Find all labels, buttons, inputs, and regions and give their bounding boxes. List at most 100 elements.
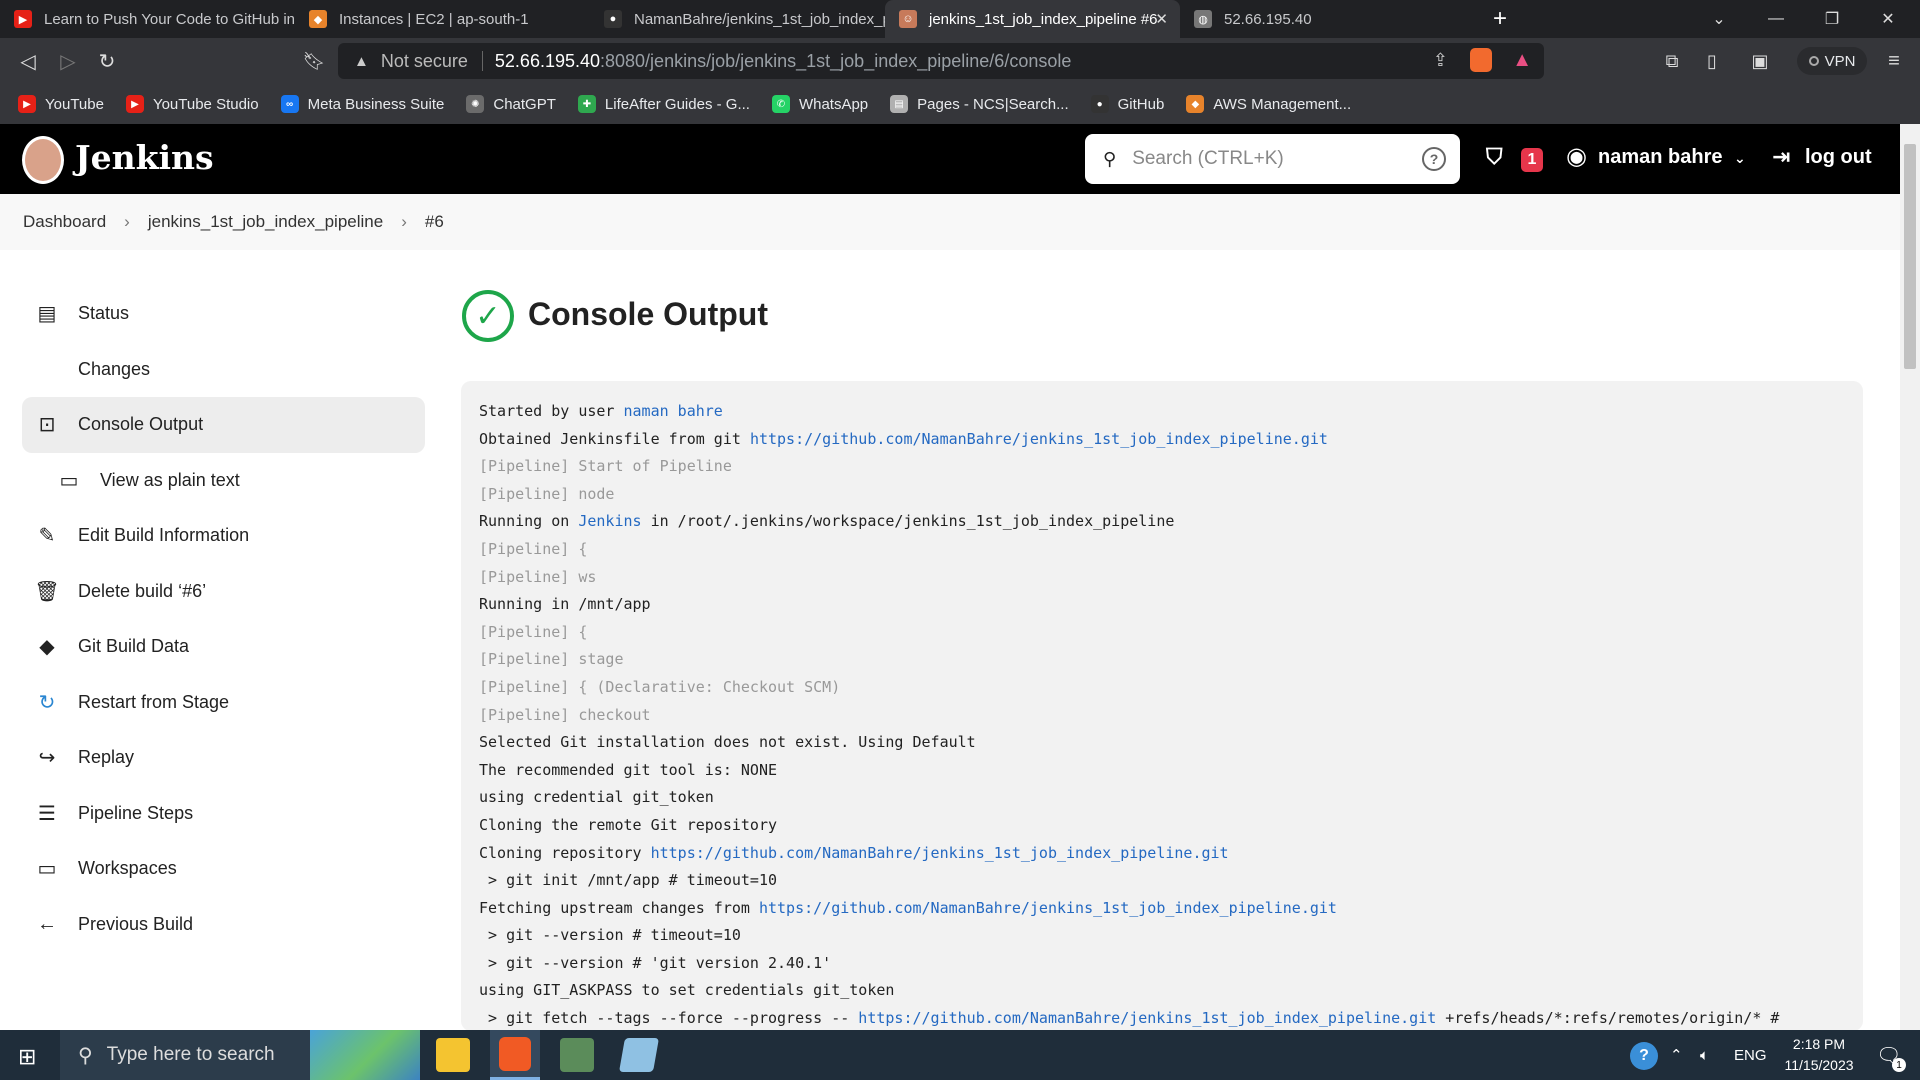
notepad-icon[interactable] [619, 1038, 659, 1072]
bookmark-item[interactable]: ▶ YouTube Studio [125, 95, 259, 113]
clock-time: 2:18 PM [1792, 1036, 1846, 1052]
volume-icon[interactable]: 🔈︎ [1700, 1030, 1709, 1080]
sidebar-item[interactable]: ↪ Replay [22, 730, 425, 786]
browser-tab[interactable]: ● NamanBahre/jenkins_1st_job_index_pi [590, 0, 885, 38]
alert-badge[interactable]: 1 [1521, 148, 1543, 172]
clock[interactable]: 2:18 PM 11/15/2023 [1774, 1034, 1864, 1076]
close-window-icon[interactable]: ✕ [1860, 0, 1916, 38]
scrollbar-thumb[interactable] [1904, 144, 1916, 369]
sidebar-item[interactable]: ↻ Restart from Stage [22, 675, 425, 731]
reload-icon[interactable]: ↻ [93, 47, 121, 75]
tray-chevron-icon[interactable]: ⌃ [1670, 1030, 1683, 1080]
close-tab-icon[interactable]: ✕ [1155, 10, 1168, 28]
bookmark-item[interactable]: ✚ LifeAfter Guides - G... [577, 95, 750, 113]
bookmark-label: GitHub [1117, 95, 1165, 113]
user-menu[interactable]: naman bahre ⌄ [1598, 146, 1746, 169]
sidebar-icon[interactable]: ▯ [1698, 47, 1726, 75]
bookmark-item[interactable]: ✺ ChatGPT [466, 95, 556, 113]
language-indicator[interactable]: ENG [1734, 1030, 1767, 1080]
sidebar-item[interactable]: 🗑︎ Delete build ‘#6’ [22, 564, 425, 620]
trash-icon: 🗑︎ [34, 580, 60, 603]
help-icon[interactable]: ? [1422, 147, 1446, 171]
browser-tab[interactable]: ◍ 52.66.195.40 [1180, 0, 1475, 38]
logout-link[interactable]: log out [1805, 146, 1872, 169]
sidebar-item-label: Edit Build Information [78, 525, 250, 546]
sidebar-item[interactable]: ⊡ Console Output [22, 397, 425, 453]
sidebar-item[interactable]: ◆ Git Build Data [22, 619, 425, 675]
bookmark-icon[interactable]: 🔖︎ [300, 47, 328, 75]
new-tab-button[interactable]: + [1475, 0, 1525, 38]
console-output: Started by user naman bahre Obtained Jenk… [461, 381, 1863, 1031]
sidebar-item[interactable]: ← Previous Build [22, 897, 425, 953]
breadcrumb-item[interactable]: Dashboard [23, 212, 106, 232]
vpn-button[interactable]: VPN [1797, 47, 1867, 75]
share-icon[interactable]: ⇪ [1433, 50, 1448, 71]
security-shield-icon[interactable]: ⛉ [1486, 144, 1503, 170]
bookmark-item[interactable]: ▤ Pages - NCS|Search... [890, 95, 1069, 113]
brave-shield-icon[interactable] [1470, 48, 1492, 72]
console-text: Fetching upstream changes from [479, 898, 759, 917]
terminal-app-icon[interactable] [560, 1038, 594, 1072]
bookmark-label: LifeAfter Guides - G... [604, 95, 750, 113]
bookmark-item[interactable]: ✆ WhatsApp [771, 95, 868, 113]
sidebar-item[interactable]: ☰ Pipeline Steps [22, 786, 425, 842]
browser-tab[interactable]: ◆ Instances | EC2 | ap-south-1 [295, 0, 590, 38]
jenkins-brand[interactable]: Jenkins [75, 138, 214, 177]
brave-icon [499, 1037, 531, 1071]
scrollbar[interactable] [1900, 124, 1920, 1030]
minimize-icon[interactable]: — [1748, 0, 1804, 38]
sidebar-item[interactable]: ✎ Edit Build Information [22, 508, 425, 564]
console-line: Obtained Jenkinsfile from git https://gi… [479, 426, 1863, 454]
chevron-down-icon: ⌄ [1734, 150, 1746, 166]
bookmark-item[interactable]: ▶ YouTube [18, 95, 104, 113]
restore-icon[interactable]: ❐ [1804, 0, 1860, 38]
logout-icon[interactable]: ⇥ [1772, 144, 1790, 170]
sidebar-item-label: View as plain text [100, 469, 240, 490]
console-link[interactable]: Jenkins [578, 512, 641, 530]
console-link[interactable]: https://github.com/NamanBahre/jenkins_1s… [750, 430, 1328, 448]
bookmark-item[interactable]: ∞ Meta Business Suite [280, 95, 444, 113]
jenkins-logo[interactable] [22, 136, 64, 184]
console-link[interactable]: https://github.com/NamanBahre/jenkins_1s… [759, 899, 1337, 917]
brave-rewards-icon[interactable]: ▲ [1512, 49, 1532, 72]
user-name: naman bahre [1598, 146, 1723, 168]
console-link[interactable]: https://github.com/NamanBahre/jenkins_1s… [858, 1009, 1436, 1027]
file-explorer-icon[interactable] [436, 1038, 470, 1072]
forward-icon[interactable]: ▷ [54, 47, 82, 75]
help-tray-icon[interactable]: ? [1630, 1042, 1658, 1070]
bookmark-item[interactable]: ● GitHub [1090, 95, 1165, 113]
console-line: Fetching upstream changes from https://g… [479, 895, 1863, 923]
sidebar-item[interactable]: Changes [22, 342, 425, 398]
sidebar-item-label: Previous Build [78, 913, 194, 934]
aws-icon: ◆ [1186, 95, 1205, 113]
sidebar-item[interactable]: ▭ View as plain text [22, 453, 425, 509]
sidebar-item[interactable]: ▤ Status [22, 286, 425, 342]
windows-start-icon[interactable]: ⊞ [18, 1044, 36, 1070]
notification-icon[interactable]: 🗨︎ [1876, 1030, 1901, 1080]
taskbar-search[interactable]: ⚲ Type here to search [60, 1030, 420, 1080]
browser-tab[interactable]: ☺ jenkins_1st_job_index_pipeline #6 ✕ [885, 0, 1180, 38]
console-link[interactable]: naman bahre [624, 402, 723, 420]
console-text: using credential git_token [479, 788, 714, 807]
search-box[interactable]: ⚲ Search (CTRL+K) ? [1085, 134, 1460, 184]
breadcrumb-item[interactable]: #6 [425, 212, 444, 232]
back-icon[interactable]: ◁ [14, 47, 42, 75]
console-text: [Pipeline] { [479, 622, 588, 641]
console-text: Cloning the remote Git repository [479, 815, 778, 834]
sidebar-item[interactable]: ▭ Workspaces [22, 841, 425, 897]
wallet-icon[interactable]: ▣ [1746, 47, 1774, 75]
brave-taskbar-button[interactable] [490, 1030, 540, 1080]
console-link[interactable]: https://github.com/NamanBahre/jenkins_1s… [651, 844, 1229, 862]
bookmark-item[interactable]: ◆ AWS Management... [1186, 95, 1351, 113]
plus-green-icon: ✚ [577, 95, 596, 113]
tab-search-icon[interactable]: ⌄ [1691, 0, 1747, 38]
console-text: Obtained Jenkinsfile from git [479, 429, 750, 448]
breadcrumb-item[interactable]: jenkins_1st_job_index_pipeline [148, 212, 383, 232]
console-text: [Pipeline] checkout [479, 705, 651, 724]
browser-tab[interactable]: ▶ Learn to Push Your Code to GitHub in [0, 0, 295, 38]
extensions-icon[interactable]: ⧉ [1658, 47, 1686, 75]
document-icon: ▤ [37, 303, 57, 326]
browser-chrome: ▶ Learn to Push Your Code to GitHub in ◆ In… [0, 0, 1920, 124]
menu-icon[interactable]: ≡ [1880, 47, 1908, 75]
address-bar[interactable]: ▲ Not secure 52.66.195.40:8080/jenkins/j… [338, 43, 1544, 79]
